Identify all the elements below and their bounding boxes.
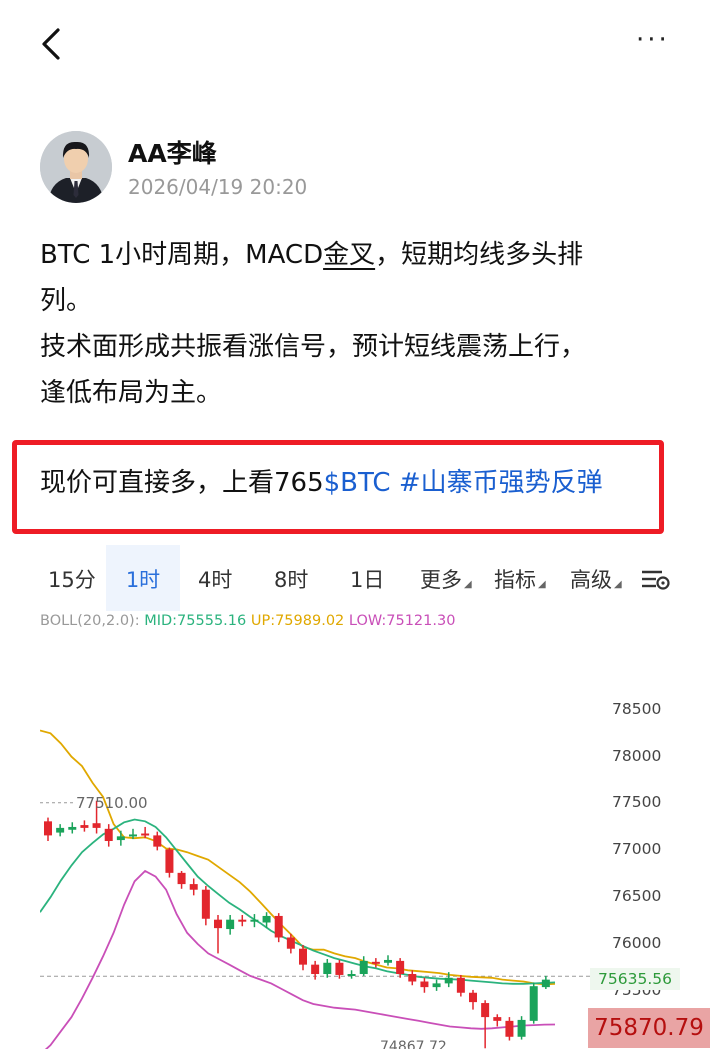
- content-line: 技术面形成共振看涨信号，预计短线震荡上行，: [40, 332, 587, 362]
- candle-body: [262, 915, 271, 923]
- candle-body: [505, 1020, 514, 1037]
- candle-body: [201, 889, 210, 919]
- hashtag-text[interactable]: #山寨币强势反弹: [399, 468, 603, 498]
- y-tick-label: 76000: [612, 934, 662, 952]
- candle-body: [481, 1003, 490, 1018]
- candle-body: [311, 964, 320, 975]
- ticker-link[interactable]: $BTC: [324, 468, 391, 498]
- candle-body: [274, 915, 283, 938]
- more-dots-icon[interactable]: ···: [636, 27, 676, 53]
- candle-body: [177, 872, 186, 885]
- highlight-text: 现价可直接多，上看765$BTC #山寨币强势反弹: [40, 462, 603, 499]
- y-tick-label: 76500: [612, 887, 662, 905]
- content-line: 列。: [40, 286, 93, 316]
- author-name[interactable]: AA李峰: [128, 134, 217, 170]
- high-marker-label: 77510.00: [76, 794, 148, 812]
- post-content: BTC 1小时周期，MACD金叉，短期均线多头排 列。 技术面形成共振看涨信号，…: [40, 232, 680, 416]
- candle-body: [517, 1019, 526, 1037]
- hashtag-link[interactable]: #山寨币强势反弹: [391, 468, 603, 498]
- candle-body: [80, 825, 89, 828]
- candle-body: [116, 836, 125, 841]
- low-marker-label: 74867.72: [380, 1039, 447, 1049]
- highlight-plain: 现价可直接多，上看765: [40, 468, 324, 498]
- candle-body: [129, 834, 137, 837]
- candle-body: [189, 884, 198, 890]
- candle-body: [92, 823, 101, 828]
- boll-mid-line: [40, 818, 556, 985]
- candle-body: [250, 919, 259, 922]
- candle-body: [529, 986, 538, 1021]
- candle-body: [68, 826, 77, 830]
- candle-body: [56, 827, 65, 833]
- candle-body: [456, 977, 465, 993]
- content-underlined-text: 金叉: [323, 240, 376, 270]
- boll-up-line: [40, 729, 556, 986]
- candle-body: [286, 937, 295, 949]
- candle-body: [153, 835, 162, 847]
- content-text: BTC 1小时周期，MACD: [40, 240, 324, 270]
- candle-body: [238, 919, 247, 922]
- content-line: 逢低布局为主。: [40, 378, 223, 408]
- y-tick-label: 78500: [612, 700, 662, 718]
- y-tick-label: 77000: [612, 840, 662, 858]
- candle-body: [420, 981, 429, 988]
- candle-body: [323, 962, 332, 975]
- candle-body: [408, 974, 417, 982]
- kline-chart-card: 15分 1时 4时 8时 1日 更多 ◢ 指标 ◢ 高级 ◢ BOLL(20,2.0)…: [40, 545, 680, 1049]
- candle-body: [384, 959, 392, 963]
- y-tick-label: 78000: [612, 747, 662, 765]
- boll-low-line: [44, 869, 556, 1049]
- avatar[interactable]: [40, 131, 112, 203]
- post-date: 2026/04/19 20:20: [128, 175, 308, 199]
- candle-body: [541, 979, 550, 988]
- candle-body: [359, 960, 368, 975]
- candle-body: [396, 960, 405, 975]
- candle-body: [444, 977, 453, 984]
- candle-body: [165, 849, 174, 873]
- candle-body: [104, 828, 113, 842]
- chevron-left-icon[interactable]: [38, 24, 68, 64]
- candle-body: [44, 821, 52, 836]
- top-bar: ···: [0, 0, 720, 90]
- candle-body: [347, 974, 356, 977]
- candle-body: [469, 992, 477, 1003]
- live-price-badge[interactable]: 75870.79: [588, 1008, 710, 1048]
- candle-body: [226, 919, 235, 930]
- content-text: ，短期均线多头排: [375, 240, 584, 270]
- current-price-label: 75635.56: [590, 968, 680, 990]
- content-line: BTC 1小时周期，MACD金叉，短期均线多头排: [40, 232, 680, 278]
- y-tick-label: 77500: [612, 793, 662, 811]
- candle-body: [299, 948, 307, 965]
- candle-body: [141, 833, 150, 836]
- candle-body: [335, 962, 344, 975]
- candle-body: [493, 1017, 502, 1021]
- candle-body: [371, 961, 380, 964]
- candle-body: [432, 983, 441, 988]
- candle-body: [214, 919, 222, 929]
